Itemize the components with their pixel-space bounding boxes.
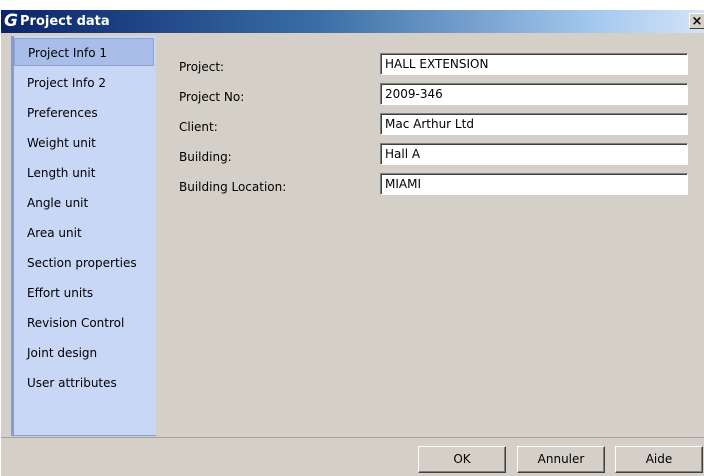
title-bar[interactable]: G Project data × — [1, 10, 704, 33]
form-panel: Project: Project No: Client: Building: B… — [158, 36, 704, 436]
sidebar-item-section-properties[interactable]: Section properties — [14, 249, 154, 277]
building-location-input[interactable] — [380, 173, 688, 195]
sidebar-item-project-info-1[interactable]: Project Info 1 — [14, 38, 154, 66]
sidebar-item-weight-unit[interactable]: Weight unit — [14, 129, 154, 157]
button-bar: OK Annuler Aide — [1, 437, 704, 476]
building-label: Building: — [179, 150, 232, 164]
project-no-input[interactable] — [380, 83, 688, 105]
project-input[interactable] — [380, 53, 688, 75]
top-strip — [1, 0, 704, 10]
building-location-label: Building Location: — [179, 180, 287, 194]
project-no-label: Project No: — [179, 90, 245, 104]
sidebar-item-joint-design[interactable]: Joint design — [14, 339, 154, 367]
sidebar-item-effort-units[interactable]: Effort units — [14, 279, 154, 307]
sidebar-item-preferences[interactable]: Preferences — [14, 99, 154, 127]
sidebar-item-project-info-2[interactable]: Project Info 2 — [14, 69, 154, 97]
help-button[interactable]: Aide — [615, 446, 703, 473]
sidebar-item-area-unit[interactable]: Area unit — [14, 219, 154, 247]
client-input[interactable] — [380, 113, 688, 135]
sidebar-item-user-attributes[interactable]: User attributes — [14, 369, 154, 397]
sidebar-item-angle-unit[interactable]: Angle unit — [14, 189, 154, 217]
ok-button[interactable]: OK — [418, 446, 506, 473]
window-title: Project data — [20, 14, 110, 29]
close-icon[interactable]: × — [689, 13, 704, 29]
sidebar: Project Info 1 Project Info 2 Preference… — [11, 36, 156, 436]
client-label: Client: — [179, 120, 218, 134]
sidebar-item-length-unit[interactable]: Length unit — [14, 159, 154, 187]
project-data-dialog: G Project data × Project Info 1 Project … — [0, 0, 704, 476]
cancel-button[interactable]: Annuler — [517, 446, 605, 473]
project-label: Project: — [179, 60, 225, 74]
app-logo-icon: G — [4, 11, 18, 31]
sidebar-item-revision-control[interactable]: Revision Control — [14, 309, 154, 337]
building-input[interactable] — [380, 143, 688, 165]
